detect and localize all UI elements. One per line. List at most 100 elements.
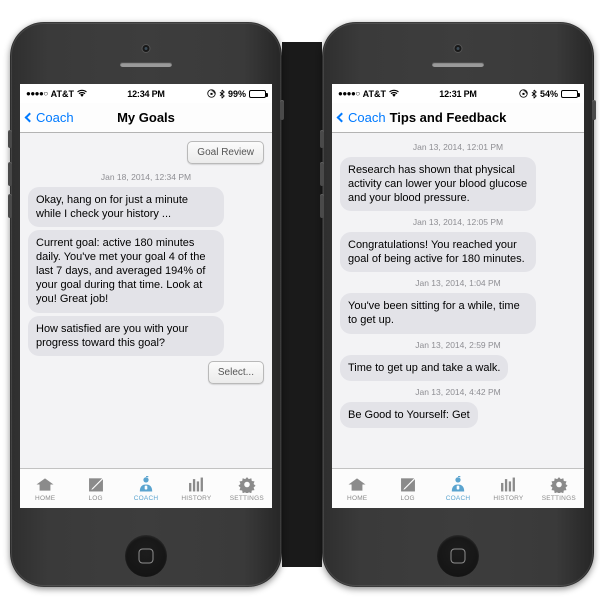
tab-log[interactable]: LOG (70, 476, 120, 502)
message-bubble[interactable]: Research has shown that physical activit… (340, 157, 536, 212)
rotation-lock-icon (519, 89, 528, 98)
signal-dots: ●●●●○ (338, 89, 360, 98)
status-bar: ●●●●○ AT&T 12:31 PM 54% (332, 84, 584, 103)
message-timestamp: Jan 13, 2014, 12:01 PM (412, 142, 504, 152)
home-button[interactable] (125, 535, 167, 577)
status-time: 12:34 PM (127, 88, 165, 99)
bar-chart-icon (189, 477, 204, 491)
tab-label: HOME (347, 494, 368, 502)
status-time: 12:31 PM (439, 88, 477, 99)
tab-label: LOG (88, 494, 103, 502)
screenshot-stage: ●●●●○ AT&T 12:34 PM 99% Coach My Goals G… (0, 0, 600, 600)
battery-icon (249, 89, 268, 98)
message-timestamp: Jan 13, 2014, 1:04 PM (415, 278, 501, 289)
coach-person-icon (139, 475, 153, 491)
tab-label: COACH (445, 494, 471, 502)
nav-bar: Coach Tips and Feedback (332, 103, 584, 133)
tab-coach[interactable]: COACH (121, 475, 171, 502)
page-title: Tips and Feedback (389, 110, 507, 125)
phone-left: ●●●●○ AT&T 12:34 PM 99% Coach My Goals G… (8, 22, 284, 587)
bluetooth-icon (219, 89, 225, 98)
back-button-label: Coach (348, 110, 386, 125)
message-row: Research has shown that physical activit… (340, 157, 576, 212)
status-bar: ●●●●○ AT&T 12:34 PM 99% (20, 84, 272, 103)
mute-switch[interactable] (8, 130, 12, 148)
bluetooth-icon (531, 89, 537, 98)
battery-percent: 99% (227, 88, 246, 99)
select-button[interactable]: Select... (207, 360, 264, 384)
rotation-lock-icon (207, 89, 216, 98)
message-row: Okay, hang on for just a minute while I … (28, 187, 264, 228)
chevron-left-icon (24, 112, 35, 123)
tab-bar: HOME LOG COACH HISTORY SETTINGS (20, 468, 272, 508)
tab-coach[interactable]: COACH (433, 475, 483, 502)
wifi-icon (77, 89, 87, 97)
message-bubble[interactable]: Time to get up and take a walk. (340, 354, 509, 381)
tab-history[interactable]: HISTORY (483, 476, 533, 502)
action-row: Select... (28, 360, 264, 384)
log-pencil-icon (400, 477, 416, 491)
message-timestamp: Jan 13, 2014, 12:05 PM (412, 217, 504, 228)
background-strip (282, 42, 322, 567)
message-timestamp: Jan 13, 2014, 4:42 PM (415, 386, 501, 397)
chevron-left-icon (336, 112, 347, 123)
volume-up-button[interactable] (8, 162, 12, 186)
tab-label: HISTORY (181, 494, 212, 502)
message-row: How satisfied are you with your progress… (28, 315, 264, 356)
wifi-icon (389, 89, 399, 97)
tab-settings[interactable]: SETTINGS (534, 476, 584, 502)
tab-history[interactable]: HISTORY (171, 476, 221, 502)
tab-label: SETTINGS (229, 494, 264, 502)
nav-bar: Coach My Goals (20, 103, 272, 133)
power-button[interactable] (280, 100, 284, 120)
screen-right: ●●●●○ AT&T 12:31 PM 54% Coach Tips and F… (332, 84, 584, 508)
volume-down-button[interactable] (8, 194, 12, 218)
tab-label: COACH (133, 494, 159, 502)
home-icon (348, 477, 366, 491)
phone-right: ●●●●○ AT&T 12:31 PM 54% Coach Tips and F… (320, 22, 596, 587)
mute-switch[interactable] (320, 130, 324, 148)
back-button-label: Coach (36, 110, 74, 125)
goal-review-button[interactable]: Goal Review (187, 141, 264, 164)
message-bubble[interactable]: Current goal: active 180 minutes daily. … (28, 230, 224, 313)
coach-person-icon (451, 475, 465, 491)
message-list[interactable]: Jan 13, 2014, 12:01 PM Research has show… (332, 133, 584, 468)
back-button[interactable]: Coach (24, 110, 74, 125)
earpiece-speaker (120, 62, 172, 67)
message-row: You've been sitting for a while, time to… (340, 293, 576, 334)
log-pencil-icon (88, 477, 104, 491)
message-row: Be Good to Yourself: Get (340, 401, 576, 428)
tab-home[interactable]: HOME (332, 476, 382, 502)
tab-bar: HOME LOG COACH HISTORY SETTINGS (332, 468, 584, 508)
power-button[interactable] (592, 100, 596, 120)
message-row: Time to get up and take a walk. (340, 354, 576, 381)
volume-up-button[interactable] (320, 162, 324, 186)
action-row: Goal Review (28, 141, 264, 164)
signal-dots: ●●●●○ (26, 89, 48, 98)
tab-settings[interactable]: SETTINGS (222, 476, 272, 502)
message-bubble[interactable]: Okay, hang on for just a minute while I … (28, 187, 224, 228)
tab-label: HISTORY (493, 494, 524, 502)
message-bubble[interactable]: Congratulations! You reached your goal o… (340, 232, 536, 273)
message-bubble[interactable]: How satisfied are you with your progress… (28, 315, 224, 356)
front-camera (141, 44, 151, 53)
home-icon (36, 477, 54, 491)
message-timestamp: Jan 18, 2014, 12:34 PM (100, 172, 192, 182)
carrier-label: AT&T (362, 88, 386, 99)
tab-label: HOME (35, 494, 56, 502)
tab-home[interactable]: HOME (20, 476, 70, 502)
message-list[interactable]: Goal Review Jan 18, 2014, 12:34 PM Okay,… (20, 133, 272, 468)
gear-icon (550, 476, 568, 493)
earpiece-speaker (432, 62, 484, 67)
back-button[interactable]: Coach (336, 110, 386, 125)
tab-log[interactable]: LOG (382, 476, 432, 502)
tab-label: LOG (400, 494, 415, 502)
message-row: Congratulations! You reached your goal o… (340, 232, 576, 273)
message-bubble[interactable]: Be Good to Yourself: Get (340, 401, 478, 428)
home-button[interactable] (437, 535, 479, 577)
volume-down-button[interactable] (320, 194, 324, 218)
message-bubble[interactable]: You've been sitting for a while, time to… (340, 293, 536, 334)
battery-icon (561, 89, 580, 98)
screen-left: ●●●●○ AT&T 12:34 PM 99% Coach My Goals G… (20, 84, 272, 508)
tab-label: SETTINGS (541, 494, 576, 502)
